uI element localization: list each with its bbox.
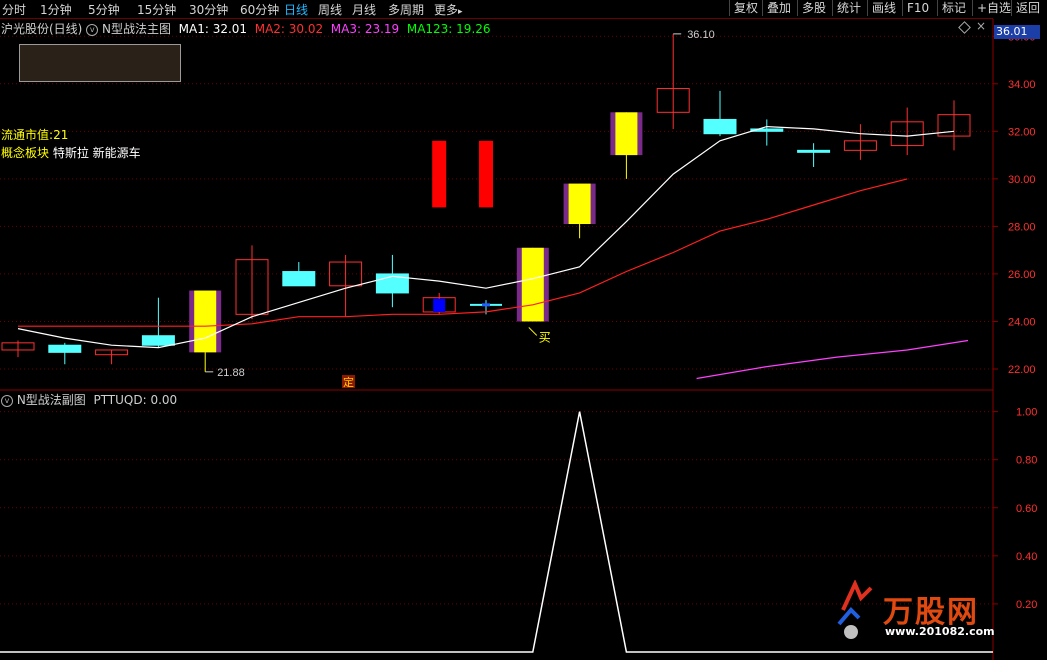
close-icon[interactable]: × — [976, 19, 986, 33]
high-label: 36.10 — [687, 29, 715, 41]
low-label: 21.88 — [217, 367, 245, 379]
ma3-line — [696, 339, 969, 380]
y-tick-label: 34.00 — [1008, 79, 1036, 91]
y-tick-label: 26.00 — [1008, 269, 1036, 281]
concept-label: 概念板块 — [1, 146, 50, 160]
candle-body — [282, 271, 316, 287]
y-tick-label: 22.00 — [1008, 364, 1036, 376]
concept-line: 概念板块 特斯拉 新能源车 — [1, 144, 141, 161]
concept-value: 特斯拉 新能源车 — [52, 146, 141, 160]
last-price-tag: 36.01 — [994, 25, 1040, 39]
candle-body — [48, 344, 82, 353]
ma2-line — [18, 178, 908, 327]
y-tick-label: 32.00 — [1008, 126, 1036, 138]
collapse-icon[interactable]: v — [86, 23, 99, 36]
kline-chart: 22.0024.0026.0028.0030.0032.0034.0036.00… — [0, 19, 1037, 660]
candle-blue-fill — [433, 298, 446, 312]
candle-body — [615, 112, 638, 156]
stock-title: 沪光股份(日线) — [1, 22, 83, 36]
ding-label: 定 — [343, 375, 354, 389]
market-cap-value: 21 — [53, 128, 69, 142]
candle-doji-center — [482, 303, 490, 307]
watermark-logo-icon — [835, 580, 875, 639]
buy-label: 买 — [539, 330, 551, 344]
candle-body — [521, 247, 544, 322]
sub-y-tick-label: 0.80 — [1016, 455, 1037, 467]
sub-collapse-icon[interactable]: v — [1, 394, 13, 407]
ma2-label: MA2: 30.02 — [254, 22, 324, 36]
market-cap-line: 流通市值:21 — [1, 128, 69, 142]
market-cap-label: 流通市值 — [1, 128, 50, 142]
ma1-label: MA1: 32.01 — [178, 22, 248, 36]
indicator-name: N型战法主图 — [102, 22, 172, 36]
main-legend: 沪光股份(日线) v N型战法主图 MA1: 32.01 MA2: 30.02 … — [1, 20, 491, 37]
red-signal-bar — [479, 140, 493, 208]
buy-arrow-icon — [528, 327, 538, 336]
y-tick-label: 28.00 — [1008, 221, 1036, 233]
sub-y-tick-label: 0.60 — [1016, 503, 1037, 515]
watermark-url: www.201082.com — [885, 625, 995, 638]
sub-y-tick-label: 1.00 — [1016, 407, 1037, 419]
sub-legend: v N型战法副图 PTTUQD: 0.00 — [1, 391, 177, 408]
candle-body — [194, 290, 217, 353]
red-signal-bar — [432, 140, 447, 208]
y-tick-label: 30.00 — [1008, 174, 1036, 186]
sub-y-tick-label: 0.20 — [1016, 599, 1037, 611]
sub-indicator-name: N型战法副图 — [16, 393, 86, 407]
info-box — [19, 44, 181, 82]
ma3-label: MA3: 23.19 — [330, 22, 400, 36]
y-tick-label: 24.00 — [1008, 316, 1036, 328]
sub-y-tick-label: 0.40 — [1016, 551, 1037, 563]
pttuqd-label: PTTUQD: 0.00 — [93, 393, 178, 407]
candle-body — [797, 149, 831, 153]
ma123-label: MA123: 19.26 — [406, 22, 491, 36]
candle-body — [568, 183, 591, 225]
candle-body — [703, 118, 737, 135]
candle-body — [141, 335, 175, 346]
